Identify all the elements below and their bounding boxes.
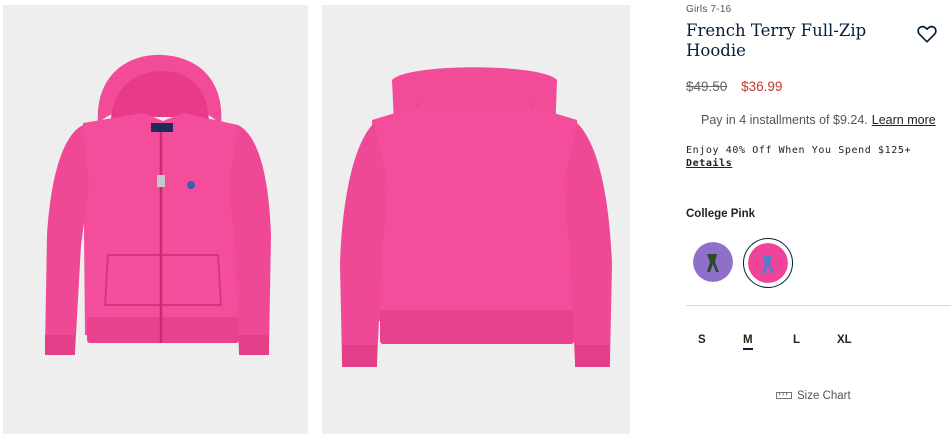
original-price: $49.50 [686,79,728,94]
wishlist-heart-icon[interactable] [916,23,938,45]
color-swatch-purple[interactable] [693,242,733,282]
installments-info: Pay in 4 installments of $9.24. Learn mor… [701,113,936,127]
size-option-l[interactable]: L [793,334,800,346]
sale-price: $36.99 [741,79,783,94]
size-chart-label: Size Chart [797,390,851,403]
product-title: French Terry Full-Zip Hoodie [686,21,901,61]
product-title-line1: French Terry Full-Zip [686,21,867,40]
hoodie-front-illustration [45,54,271,355]
color-swatch-college-pink[interactable] [748,243,788,283]
price-row: $49.50 $36.99 [686,79,782,94]
size-selector: S M L XL [686,334,886,354]
installments-text: Pay in 4 installments of $9.24. [701,113,868,127]
ruler-icon [776,390,792,402]
divider [686,305,951,306]
product-title-line2: Hoodie [686,41,746,60]
size-option-xl[interactable]: XL [837,334,852,346]
promo-text: Enjoy 40% Off When You Spend $125+ [686,145,912,156]
selected-color-name: College Pink [686,208,756,220]
learn-more-link[interactable]: Learn more [872,113,936,127]
promo-details-link[interactable]: Details [686,157,911,170]
product-category[interactable]: Girls 7-16 [686,4,731,15]
product-image-back[interactable] [322,5,630,434]
size-option-m[interactable]: M [743,334,753,350]
size-option-s[interactable]: S [698,334,706,346]
product-image-front[interactable] [3,5,308,434]
size-chart-link[interactable]: Size Chart [776,390,851,402]
promo-banner: Enjoy 40% Off When You Spend $125+ Detai… [686,144,911,170]
hoodie-back-illustration [340,67,612,367]
product-details-panel: Girls 7-16 French Terry Full-Zip Hoodie … [686,0,951,438]
